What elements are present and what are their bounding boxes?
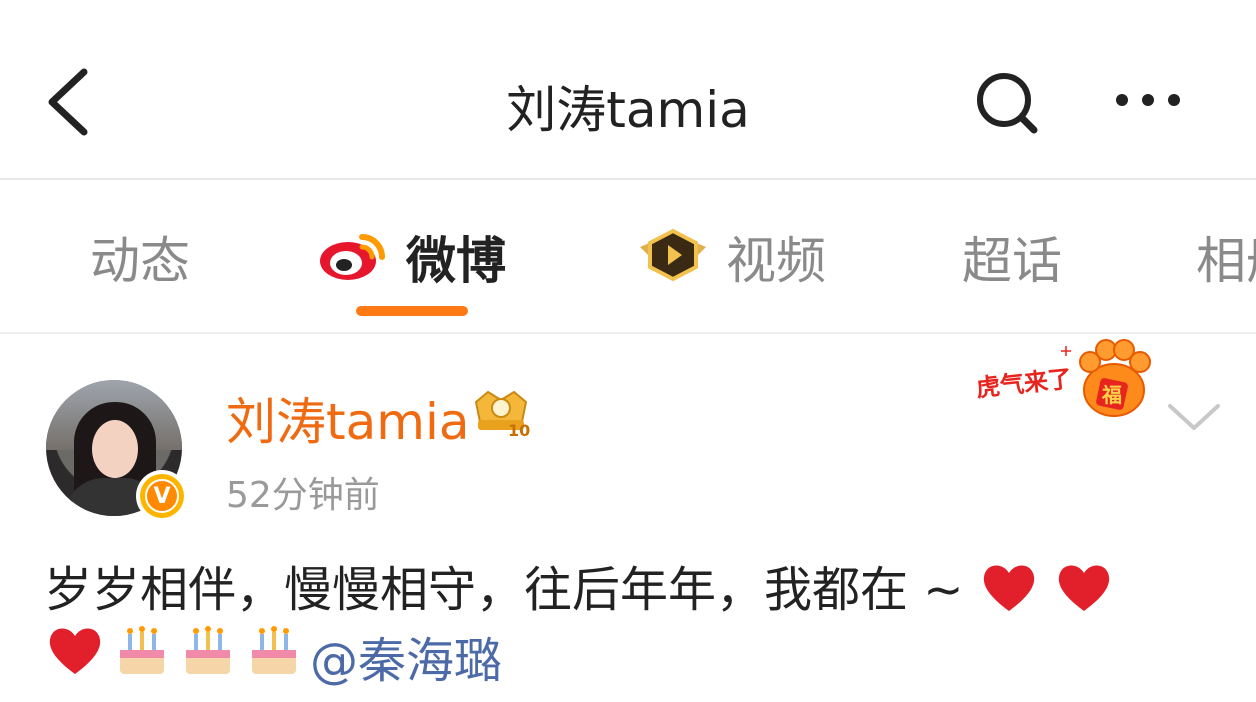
more-dots-icon — [1116, 94, 1180, 106]
post-text-line: 岁岁相伴，慢慢相守，往后年年，我都在 ~ — [44, 550, 1114, 627]
tiger-paw-sticker: 虎气来了 福 — [970, 334, 1156, 424]
tab-label: 相册 — [1196, 232, 1256, 290]
post-expand-button[interactable] — [1164, 398, 1224, 434]
author-name[interactable]: 刘涛tamia — [226, 382, 469, 454]
heart-emoji-icon — [1054, 559, 1114, 627]
crown-level-badge-icon[interactable]: 10 — [468, 384, 534, 440]
tab-video[interactable]: 视频 — [636, 222, 826, 292]
top-bar: 刘涛tamia — [0, 0, 1256, 180]
tab-label: 视频 — [726, 232, 826, 290]
tab-super-topic[interactable]: 超话 — [962, 222, 1062, 292]
weibo-logo-icon — [318, 227, 390, 287]
verified-badge-icon: V — [136, 470, 188, 522]
weibo-profile-page: 刘涛tamia 动态 微博 视频 超话 相 V 刘涛tamia 10 52分钟前… — [0, 0, 1256, 702]
heart-emoji-icon — [44, 622, 106, 690]
profile-tabs: 动态 微博 视频 超话 相 — [0, 180, 1256, 332]
tab-album[interactable]: 相册 — [1196, 222, 1256, 292]
svg-text:10: 10 — [508, 421, 530, 440]
tab-label: 动态 — [90, 232, 190, 290]
active-tab-indicator — [356, 306, 468, 316]
birthday-cake-emoji-icon — [180, 620, 236, 692]
post-time: 52分钟前 — [226, 475, 380, 516]
svg-text:福: 福 — [1101, 383, 1122, 407]
post-text: 岁岁相伴，慢慢相守，往后年年，我都在 ~ — [44, 562, 964, 618]
birthday-cake-emoji-icon — [246, 620, 302, 692]
page-title: 刘涛tamia — [506, 81, 750, 139]
birthday-cake-emoji-icon — [114, 620, 170, 692]
tab-dynamics[interactable]: 动态 — [90, 222, 190, 292]
tab-label: 微博 — [406, 232, 506, 290]
chevron-down-icon — [1168, 404, 1220, 430]
tab-weibo[interactable]: 微博 — [318, 222, 506, 292]
tab-label: 超话 — [962, 232, 1062, 290]
heart-emoji-icon — [979, 559, 1039, 627]
svg-text:虎气来了: 虎气来了 — [975, 365, 1073, 403]
video-badge-icon — [636, 227, 710, 287]
search-button[interactable] — [972, 70, 1042, 136]
more-button[interactable] — [1110, 80, 1186, 120]
search-icon — [977, 73, 1038, 134]
post-text-line: @秦海璐 — [44, 620, 502, 692]
mention-link[interactable]: @秦海璐 — [310, 621, 502, 691]
